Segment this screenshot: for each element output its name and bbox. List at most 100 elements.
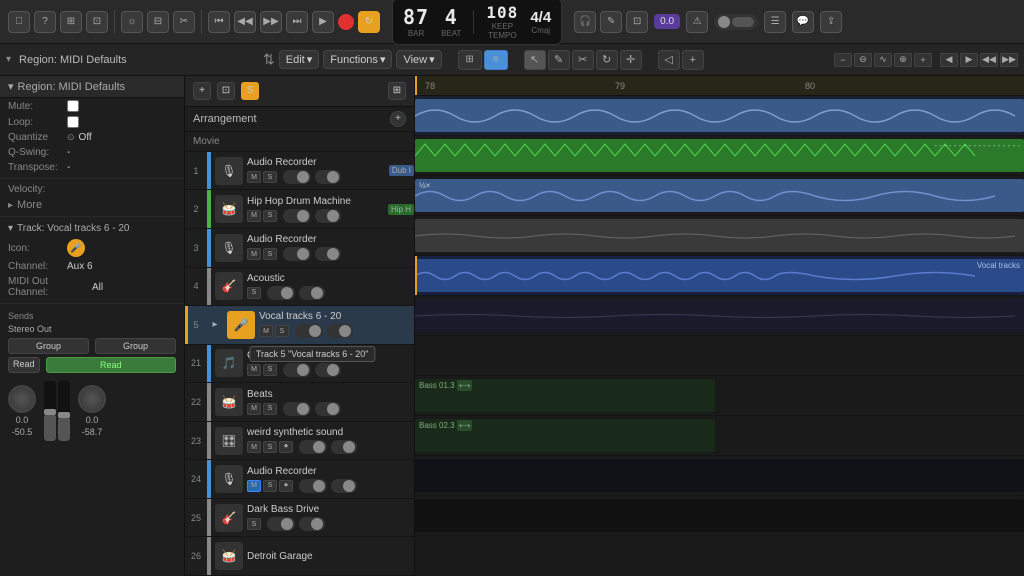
toggle-24[interactable] — [299, 479, 327, 493]
mute-btn-1[interactable]: M — [247, 171, 261, 183]
zoom-out[interactable]: ⊖ — [854, 53, 872, 67]
solo-btn-24[interactable]: S — [263, 480, 277, 492]
track-expand-5[interactable]: ▸ — [207, 317, 223, 333]
to-end-btn[interactable]: ⏭ — [286, 11, 308, 33]
scroll-left[interactable]: ◀ — [940, 53, 958, 67]
share-btn[interactable]: ⇪ — [820, 11, 842, 33]
solo-btn-22[interactable]: S — [263, 403, 277, 415]
record-btn[interactable] — [338, 14, 354, 30]
snap-btn[interactable]: ◁ — [658, 50, 680, 70]
zoom-in[interactable]: ⊕ — [894, 53, 912, 67]
save-btn[interactable]: ⊡ — [86, 11, 108, 33]
headphone-btn[interactable]: 🎧 — [574, 11, 596, 33]
user-btn[interactable]: 0.0 — [654, 14, 680, 29]
track-row-3[interactable]: 3 🎙 Audio Recorder M S — [185, 229, 414, 268]
snap-add-btn[interactable]: + — [682, 50, 704, 70]
cut-btn[interactable]: ✂ — [173, 11, 195, 33]
more-row[interactable]: ▸ More — [0, 197, 184, 213]
lines-btn[interactable]: ☰ — [764, 11, 786, 33]
track-row-5[interactable]: 5 ▸ 🎤 Vocal tracks 6 - 20 M S Track 5 "V… — [185, 306, 414, 345]
mute-btn-22[interactable]: M — [247, 403, 261, 415]
track-row-24[interactable]: 24 🎙 Audio Recorder M S ⏺ — [185, 460, 414, 499]
vol-5[interactable] — [327, 324, 353, 338]
solo-btn-25[interactable]: S — [247, 518, 261, 530]
toggle-2[interactable] — [283, 209, 311, 223]
track-row-25[interactable]: 25 🎸 Dark Bass Drive S — [185, 499, 414, 538]
loop-checkbox[interactable] — [67, 116, 79, 128]
pencil-tool[interactable]: ✎ — [548, 50, 570, 70]
pencil-btn[interactable]: ✎ — [600, 11, 622, 33]
edit-menu[interactable]: Edit ▾ — [279, 50, 320, 69]
scissors-tool[interactable]: ✂ — [572, 50, 594, 70]
toggle-3[interactable] — [283, 247, 311, 261]
group-btn-left[interactable]: Group — [8, 338, 89, 354]
play-btn[interactable]: ▶ — [312, 11, 334, 33]
toggle-5[interactable] — [295, 324, 323, 338]
clip-23[interactable]: Bass 01.3 ⟷ — [415, 379, 715, 412]
zoom-plus[interactable]: + — [914, 53, 932, 67]
solo-btn-4[interactable]: S — [247, 287, 261, 299]
apple-btn[interactable]:  — [8, 11, 30, 33]
toggle-21[interactable] — [283, 363, 311, 377]
scroll-left2[interactable]: ◀◀ — [980, 53, 998, 67]
vol-2[interactable] — [315, 209, 341, 223]
clip-1[interactable] — [415, 99, 1024, 132]
clip-21[interactable] — [415, 299, 1024, 332]
folder-btn[interactable]: ⊡ — [217, 82, 235, 100]
loop-tool[interactable]: ↻ — [596, 50, 618, 70]
list-view-btn[interactable]: ≡ — [484, 50, 508, 70]
fader-track-2[interactable] — [58, 381, 70, 441]
track-row-1[interactable]: 1 🎙 Audio Recorder M S Dub I — [185, 152, 414, 191]
read-btn-right[interactable]: Read — [46, 357, 176, 373]
vol-4[interactable] — [299, 286, 325, 300]
vol-24[interactable] — [331, 479, 357, 493]
mute-btn-24[interactable]: M — [247, 480, 261, 492]
clip-22[interactable] — [415, 339, 1024, 372]
track-row-2[interactable]: 2 🥁 Hip Hop Drum Machine M S Hip H — [185, 190, 414, 229]
solo-btn-21[interactable]: S — [263, 364, 277, 376]
pointer-tool[interactable]: ↖ — [524, 50, 546, 70]
expand-btn[interactable]: ⊞ — [388, 82, 406, 100]
group-btn-right[interactable]: Group — [95, 338, 176, 354]
vol-25[interactable] — [299, 517, 325, 531]
alert-btn[interactable]: ⚠ — [686, 11, 708, 33]
vol-22[interactable] — [315, 402, 341, 416]
mute-checkbox[interactable] — [67, 100, 79, 112]
track-icon-preview[interactable]: 🎤 — [67, 239, 85, 257]
fader-track-1[interactable] — [44, 381, 56, 441]
mute-btn-23[interactable]: M — [247, 441, 261, 453]
knob-2[interactable] — [78, 385, 106, 413]
back-btn[interactable]: ◀◀ — [234, 11, 256, 33]
clip-5[interactable]: Vocal tracks — [415, 259, 1024, 292]
mixer-btn[interactable]: ⊟ — [147, 11, 169, 33]
crosshair-tool[interactable]: ✛ — [620, 50, 642, 70]
clip-24[interactable]: Bass 02.3 ⟷ — [415, 419, 715, 452]
monitor-btn[interactable]: ⊡ — [626, 11, 648, 33]
track-row-23[interactable]: 23 🎛 weird synthetic sound M S ⏺ — [185, 422, 414, 461]
waveform-btn[interactable]: ∿ — [874, 53, 892, 67]
arrangement-add-btn[interactable]: + — [390, 111, 406, 127]
cycle-btn[interactable]: ↻ — [358, 11, 380, 33]
toggle-25[interactable] — [267, 517, 295, 531]
record-btn-23[interactable]: ⏺ — [279, 441, 293, 453]
clip-2[interactable]: - - - - - - - - - - - - - - - - - - — [415, 139, 1024, 172]
zoom-minus[interactable]: − — [834, 53, 852, 67]
mute-btn-5[interactable]: M — [259, 325, 273, 337]
vol-21[interactable] — [315, 363, 341, 377]
toggle-switch[interactable] — [714, 14, 758, 30]
solo-btn-5[interactable]: S — [275, 325, 289, 337]
vol-3[interactable] — [315, 247, 341, 261]
clip-26[interactable] — [415, 499, 1024, 532]
sun-btn[interactable]: ☼ — [121, 11, 143, 33]
rewind-btn[interactable]: ⏮ — [208, 11, 230, 33]
chat-btn[interactable]: 💬 — [792, 11, 814, 33]
mute-btn-21[interactable]: M — [247, 364, 261, 376]
mute-btn-2[interactable]: M — [247, 210, 261, 222]
solo-btn-3[interactable]: S — [263, 248, 277, 260]
track-row-26[interactable]: 26 🥁 Detroit Garage — [185, 537, 414, 576]
clip-3[interactable]: ½× — [415, 179, 1024, 212]
toggle-22[interactable] — [283, 402, 311, 416]
highlight-btn[interactable]: S — [241, 82, 259, 100]
grid-view-btn[interactable]: ⊞ — [458, 50, 482, 70]
toggle-4[interactable] — [267, 286, 295, 300]
